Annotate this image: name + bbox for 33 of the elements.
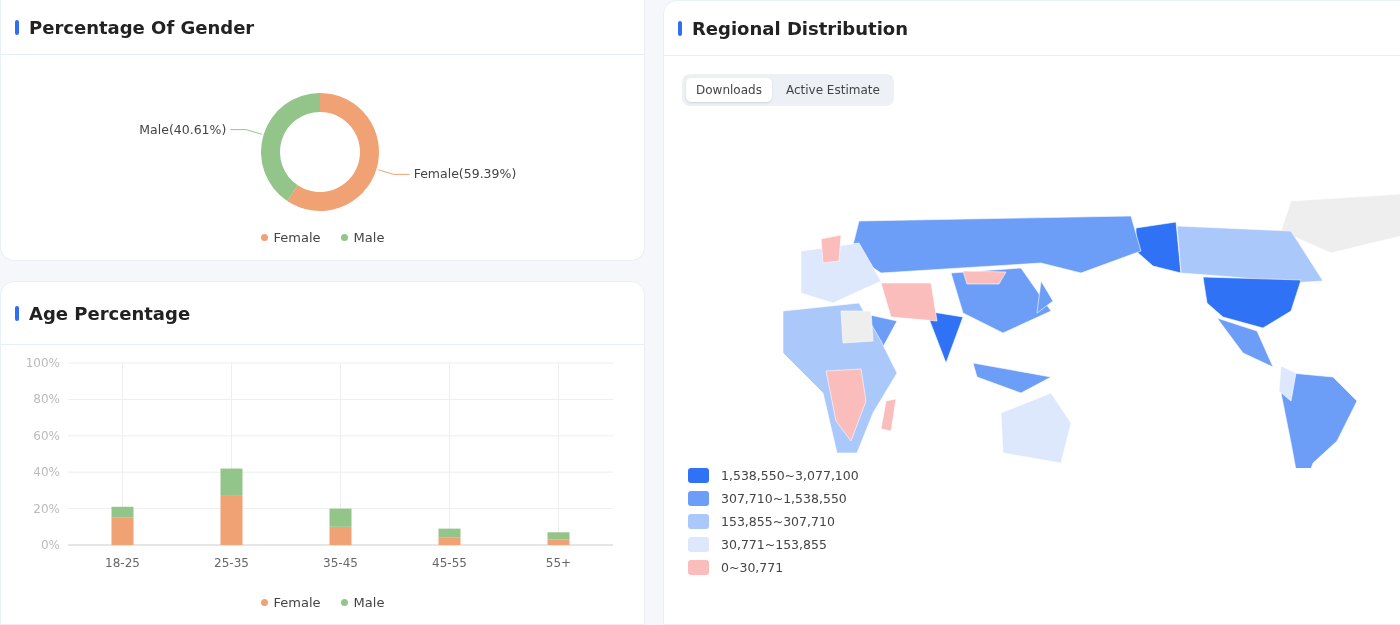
y-axis-label: 60% bbox=[33, 428, 60, 443]
panel-title: Percentage Of Gender bbox=[29, 16, 255, 38]
title-marker bbox=[15, 19, 19, 35]
legend-label: 30,771~153,855 bbox=[721, 537, 827, 552]
x-axis-label: 55+ bbox=[545, 556, 572, 570]
y-axis-label: 20% bbox=[33, 501, 60, 516]
y-axis-label: 80% bbox=[33, 392, 60, 407]
legend-label: Male bbox=[353, 230, 385, 245]
leader-line bbox=[377, 169, 411, 175]
y-axis-label: 0% bbox=[40, 538, 60, 552]
y-axis-label: 40% bbox=[33, 465, 60, 480]
legend-label: 0~30,771 bbox=[721, 560, 784, 575]
bar-segment bbox=[438, 528, 461, 538]
x-axis-label: 45-55 bbox=[432, 556, 467, 570]
slice-label: Male(40.61%) bbox=[139, 121, 227, 137]
legend-label: 307,710~1,538,550 bbox=[721, 491, 847, 506]
y-axis-label: 100% bbox=[25, 356, 60, 370]
x-axis-label: 25-35 bbox=[214, 556, 249, 570]
slice-label: Female(59.39%) bbox=[413, 166, 517, 182]
x-axis-label: 35-45 bbox=[323, 556, 358, 570]
title-marker bbox=[678, 20, 682, 36]
panel-title: Regional Distribution bbox=[692, 17, 909, 39]
leader-line bbox=[229, 129, 263, 135]
panel-title: Age Percentage bbox=[29, 302, 191, 324]
title-marker bbox=[15, 305, 19, 321]
x-axis-label: 18-25 bbox=[105, 556, 140, 570]
tab[interactable]: Active Estimate bbox=[775, 78, 890, 102]
legend-label: Female bbox=[273, 230, 321, 245]
legend-label: 153,855~307,710 bbox=[721, 514, 835, 529]
legend-label: 1,538,550~3,077,100 bbox=[721, 468, 859, 483]
legend-label: Female bbox=[273, 595, 321, 610]
legend-label: Male bbox=[353, 595, 385, 610]
tab[interactable]: Downloads bbox=[686, 78, 772, 102]
